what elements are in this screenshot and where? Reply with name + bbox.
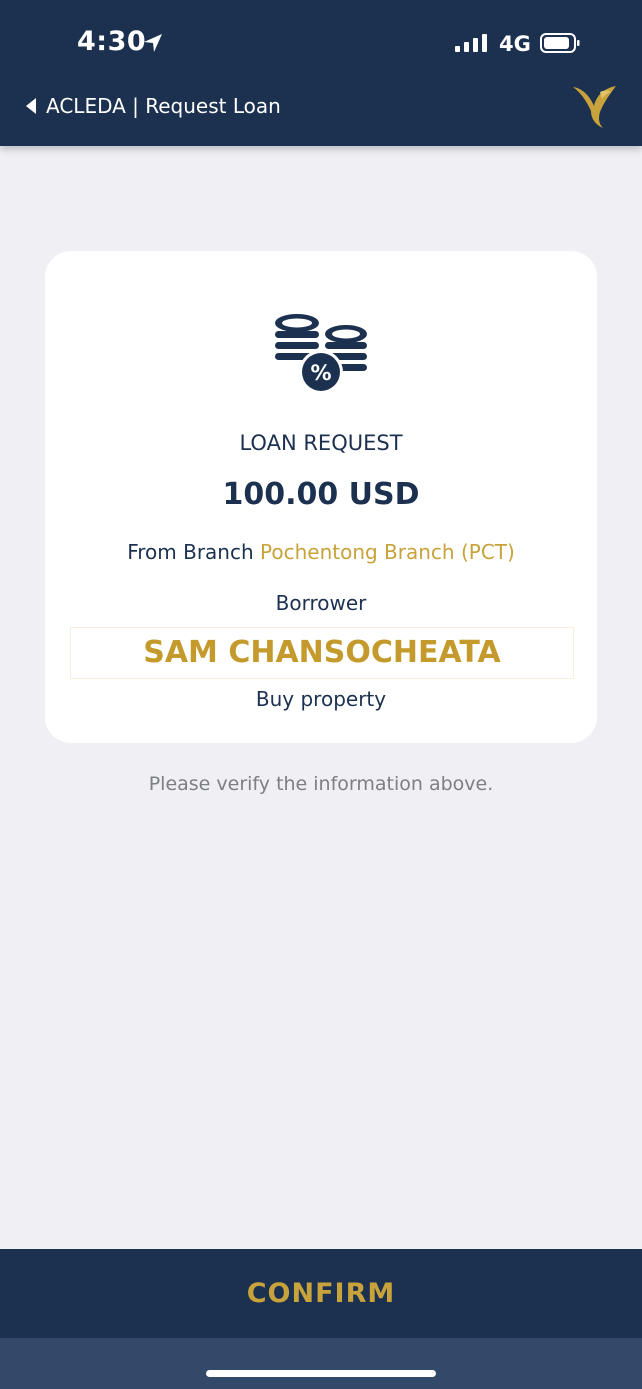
coins-percent-icon: %	[275, 314, 367, 394]
borrower-name: SAM CHANSOCHEATA	[70, 627, 574, 679]
cellular-signal-icon	[455, 34, 489, 52]
branch-name: Pochentong Branch (PCT)	[260, 540, 515, 564]
back-chevron-icon[interactable]	[25, 97, 37, 115]
verify-message: Please verify the information above.	[148, 773, 494, 795]
network-type: 4G	[499, 32, 531, 56]
branch-line: From Branch Pochentong Branch (PCT)	[45, 540, 597, 564]
location-arrow-icon	[144, 34, 162, 52]
top-bar: 4:30 4G ACLEDA | Request Loan	[0, 0, 642, 146]
svg-text:%: %	[310, 361, 331, 385]
confirm-button[interactable]: CONFIRM	[0, 1249, 642, 1338]
loan-amount: 100.00 USD	[222, 477, 420, 512]
loan-purpose: Buy property	[255, 687, 387, 711]
home-indicator[interactable]	[206, 1370, 436, 1377]
battery-icon	[540, 33, 580, 53]
loan-summary-card: % LOAN REQUEST 100.00 USD From Branch Po…	[45, 251, 597, 743]
branch-prefix: From Branch	[127, 540, 254, 564]
nav-title[interactable]: ACLEDA | Request Loan	[46, 94, 281, 118]
borrower-label: Borrower	[275, 591, 367, 615]
bottom-bar	[0, 1338, 642, 1389]
acleda-logo-icon	[573, 86, 616, 128]
loan-request-label: LOAN REQUEST	[239, 431, 403, 455]
status-time: 4:30	[77, 26, 147, 57]
